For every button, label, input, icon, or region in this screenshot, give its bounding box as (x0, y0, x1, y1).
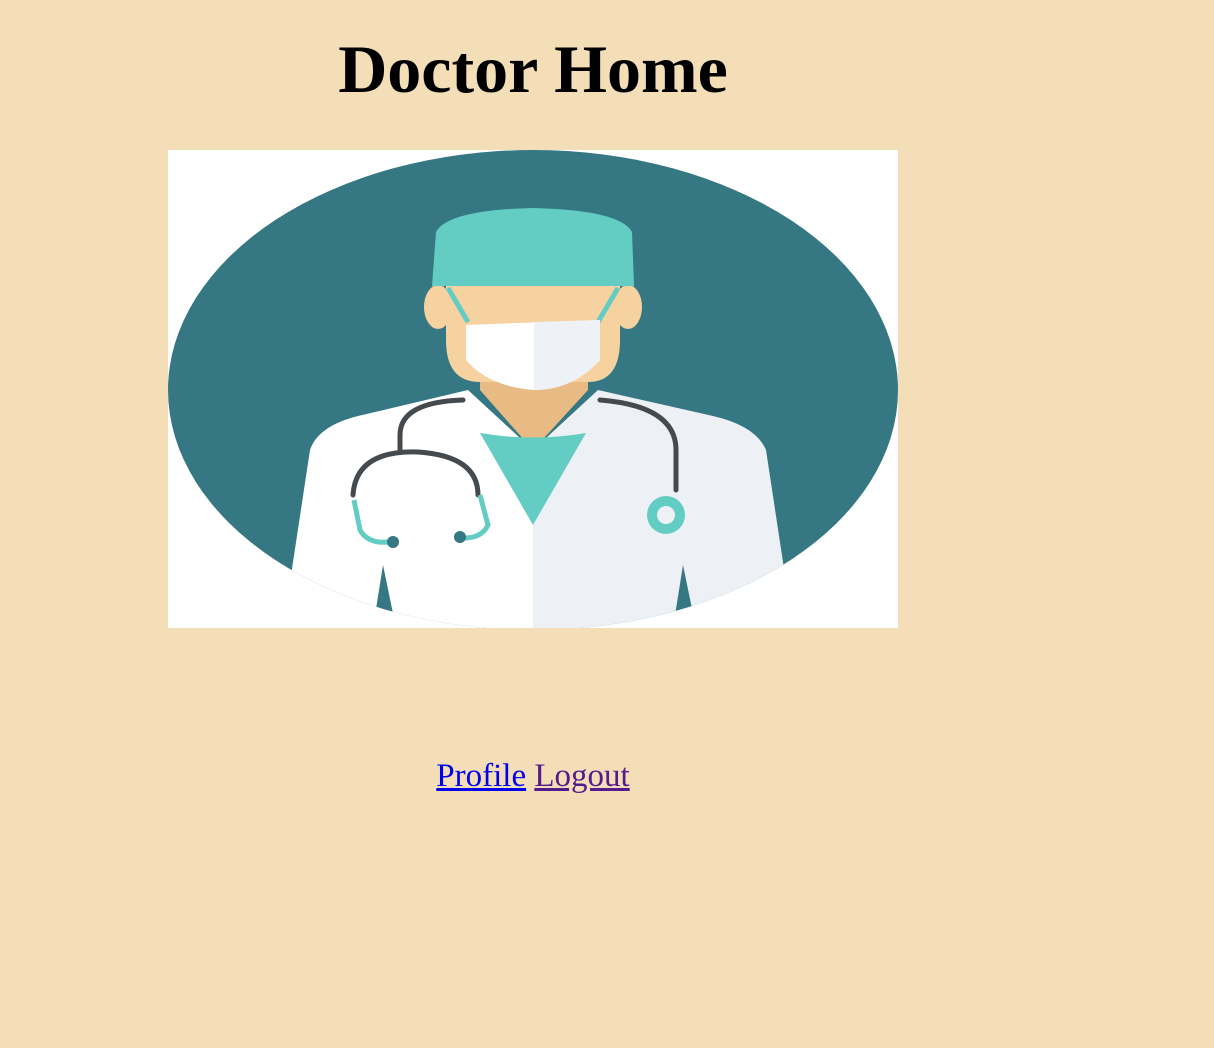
profile-link[interactable]: Profile (436, 758, 526, 794)
page-title: Doctor Home (338, 31, 728, 107)
doctor-home-page: Doctor Home Profile Logout (0, 0, 1214, 1048)
doctor-avatar-icon (168, 150, 898, 628)
surgical-cap (432, 208, 634, 286)
nav-links: Profile Logout (168, 756, 898, 796)
logout-link[interactable]: Logout (534, 758, 629, 794)
doctor-illustration (168, 150, 898, 628)
